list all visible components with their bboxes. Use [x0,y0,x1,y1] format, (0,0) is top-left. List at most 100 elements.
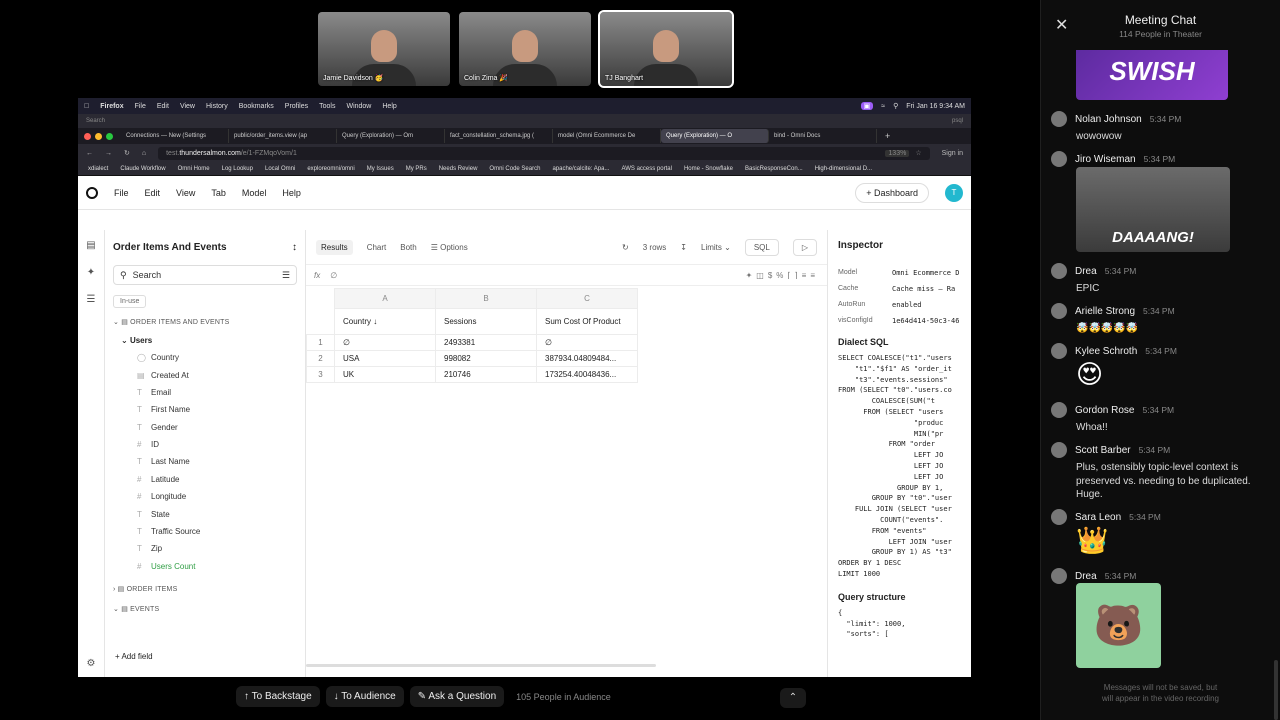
user-avatar[interactable]: T [945,183,963,202]
topic-group-header[interactable]: ⌄ ▤ ORDER ITEMS AND EVENTS [105,312,305,332]
mac-menu-item[interactable]: Profiles [285,103,308,110]
sign-in-button[interactable]: Sign in [942,150,963,157]
field-item-measure[interactable]: # Users Count [105,558,305,575]
tab-results[interactable]: Results [316,239,353,255]
download-icon[interactable]: ↧ [680,243,687,252]
add-field-button[interactable]: + Add field [115,652,153,661]
browser-tab[interactable]: public/order_items.view (ap [229,129,337,143]
reload-icon[interactable]: ↻ [124,149,130,157]
bookmark[interactable]: apache/calcite: Apa... [552,166,609,172]
app-menu-item[interactable]: Edit [145,188,161,198]
participant-tile[interactable]: Colin Zima 🎉 [459,12,591,86]
app-menu-item[interactable]: Help [282,188,301,198]
field-item[interactable]: ▤ Created At [105,366,305,383]
mac-menu-item[interactable]: Edit [157,103,169,110]
browser-tab[interactable]: Query (Exploration) — Om [337,129,445,143]
bookmark[interactable]: Omni Code Search [489,166,540,172]
bookmark[interactable]: Claude Workflow [120,166,165,172]
bookmark[interactable]: Needs Review [439,166,478,172]
browser-tab[interactable]: Connections — New (Settings [121,129,229,143]
field-search-input[interactable]: ⚲ Search ☰ [113,265,297,285]
column-header[interactable]: Country ↓ [334,308,436,335]
collapse-icon[interactable]: ↕ [292,242,297,253]
refresh-icon[interactable]: ↻ [622,243,629,252]
field-item[interactable]: T Gender [105,419,305,436]
table-row[interactable]: 1 ∅ 2493381 ∅ [306,334,638,351]
minimize-window-icon[interactable] [95,132,102,140]
filter-sliders-icon[interactable]: ☰ [282,270,290,281]
field-item[interactable]: T First Name [105,401,305,418]
new-tab-icon[interactable]: + [885,131,890,141]
bookmark[interactable]: Omni Home [178,166,210,172]
table-row[interactable]: 2 USA 998082 387934.04809484... [306,350,638,367]
bookmark[interactable]: Log Lookup [222,166,253,172]
close-window-icon[interactable] [84,132,91,140]
maximize-window-icon[interactable] [106,132,113,140]
participant-tile-active-speaker[interactable]: TJ Banghart [598,10,734,88]
mac-menu-item[interactable]: Bookmarks [239,103,274,110]
limits-dropdown[interactable]: Limits ⌄ [701,243,731,252]
field-item[interactable]: # Longitude [105,488,305,505]
mac-menu-item[interactable]: History [206,103,228,110]
browser-tab[interactable]: model (Omni Ecommerce De [553,129,661,143]
bookmark[interactable]: My Issues [367,166,394,172]
close-icon[interactable]: ✕ [1055,15,1068,35]
chevron-up-icon[interactable]: ⌃ [780,688,806,708]
bookmark[interactable]: My PRs [406,166,427,172]
mac-menu-item[interactable]: View [180,103,195,110]
browser-tab-active[interactable]: Query (Exploration) — O [661,129,769,143]
field-item[interactable]: T Zip [105,540,305,557]
back-icon[interactable]: ← [86,150,93,157]
app-menu-item[interactable]: File [114,188,129,198]
app-menu-item[interactable]: Model [242,188,267,198]
layers-icon[interactable]: ☰ [87,294,96,305]
mac-menu-item[interactable]: Tools [319,103,335,110]
in-use-filter[interactable]: In-use [113,295,147,308]
column-header[interactable]: Sessions [435,308,537,335]
bookmark[interactable]: High-dimensional D... [815,166,872,172]
settings-gear-icon[interactable]: ⚙ [87,658,96,669]
column-letter[interactable]: C [536,288,638,309]
run-query-icon[interactable]: ▷ [792,238,817,256]
bookmark[interactable]: exploreomni/omni [307,166,354,172]
forward-icon[interactable]: → [105,150,112,157]
view-header-users[interactable]: ⌄ Users [105,332,305,349]
options-button[interactable]: ☰ Options [431,243,468,252]
ask-question-button[interactable]: ✎ Ask a Question [409,686,505,707]
column-letter[interactable]: A [334,288,436,309]
field-item[interactable]: T Traffic Source [105,523,305,540]
mac-menu-item[interactable]: Window [346,103,371,110]
app-menu-item[interactable]: View [176,188,195,198]
bookmark[interactable]: xdialect [88,166,108,172]
field-item[interactable]: # ID [105,436,305,453]
add-dashboard-button[interactable]: + Dashboard [855,182,929,203]
browser-tab[interactable]: bind - Omni Docs [769,129,877,143]
app-menu-item[interactable]: Tab [211,188,226,198]
home-icon[interactable]: ⌂ [142,150,146,157]
bookmark[interactable]: AWS access portal [621,166,671,172]
table-row[interactable]: 3 UK 210746 173254.40048436... [306,366,638,383]
field-item[interactable]: ◯ Country [105,349,305,366]
ai-sparkle-icon[interactable]: ✦ [87,267,95,278]
mac-menu-item[interactable]: File [135,103,146,110]
bookmark[interactable]: Home - Snowflake [684,166,733,172]
horizontal-scrollbar[interactable] [306,664,656,667]
field-item[interactable]: # Latitude [105,471,305,488]
field-item[interactable]: T State [105,505,305,522]
sql-button[interactable]: SQL [744,238,779,256]
browser-tab[interactable]: fact_constellation_schema.jpg ( [445,129,553,143]
tab-both[interactable]: Both [400,243,416,252]
tab-chart[interactable]: Chart [367,243,387,252]
omni-logo-icon[interactable] [86,186,98,199]
topic-title[interactable]: Order Items And Events [113,242,227,253]
column-letter[interactable]: B [435,288,537,309]
column-header[interactable]: Sum Cost Of Product [536,308,638,335]
participant-tile[interactable]: Jamie Davidson 🥳 [318,12,450,86]
mac-menu-item[interactable]: Help [382,103,396,110]
field-item[interactable]: T Last Name [105,453,305,470]
chat-scrollbar[interactable] [1274,660,1278,720]
url-bar[interactable]: test. thundersalmon.com/e/1-FZMqoVom/1 13… [158,146,930,160]
topic-group-header[interactable]: ⌄ ▤ EVENTS [105,599,305,619]
topic-group-header[interactable]: › ▤ ORDER ITEMS [105,579,305,599]
format-toolbar-icons[interactable]: ✦◫$%⌈⌉≡≡ [746,271,819,280]
